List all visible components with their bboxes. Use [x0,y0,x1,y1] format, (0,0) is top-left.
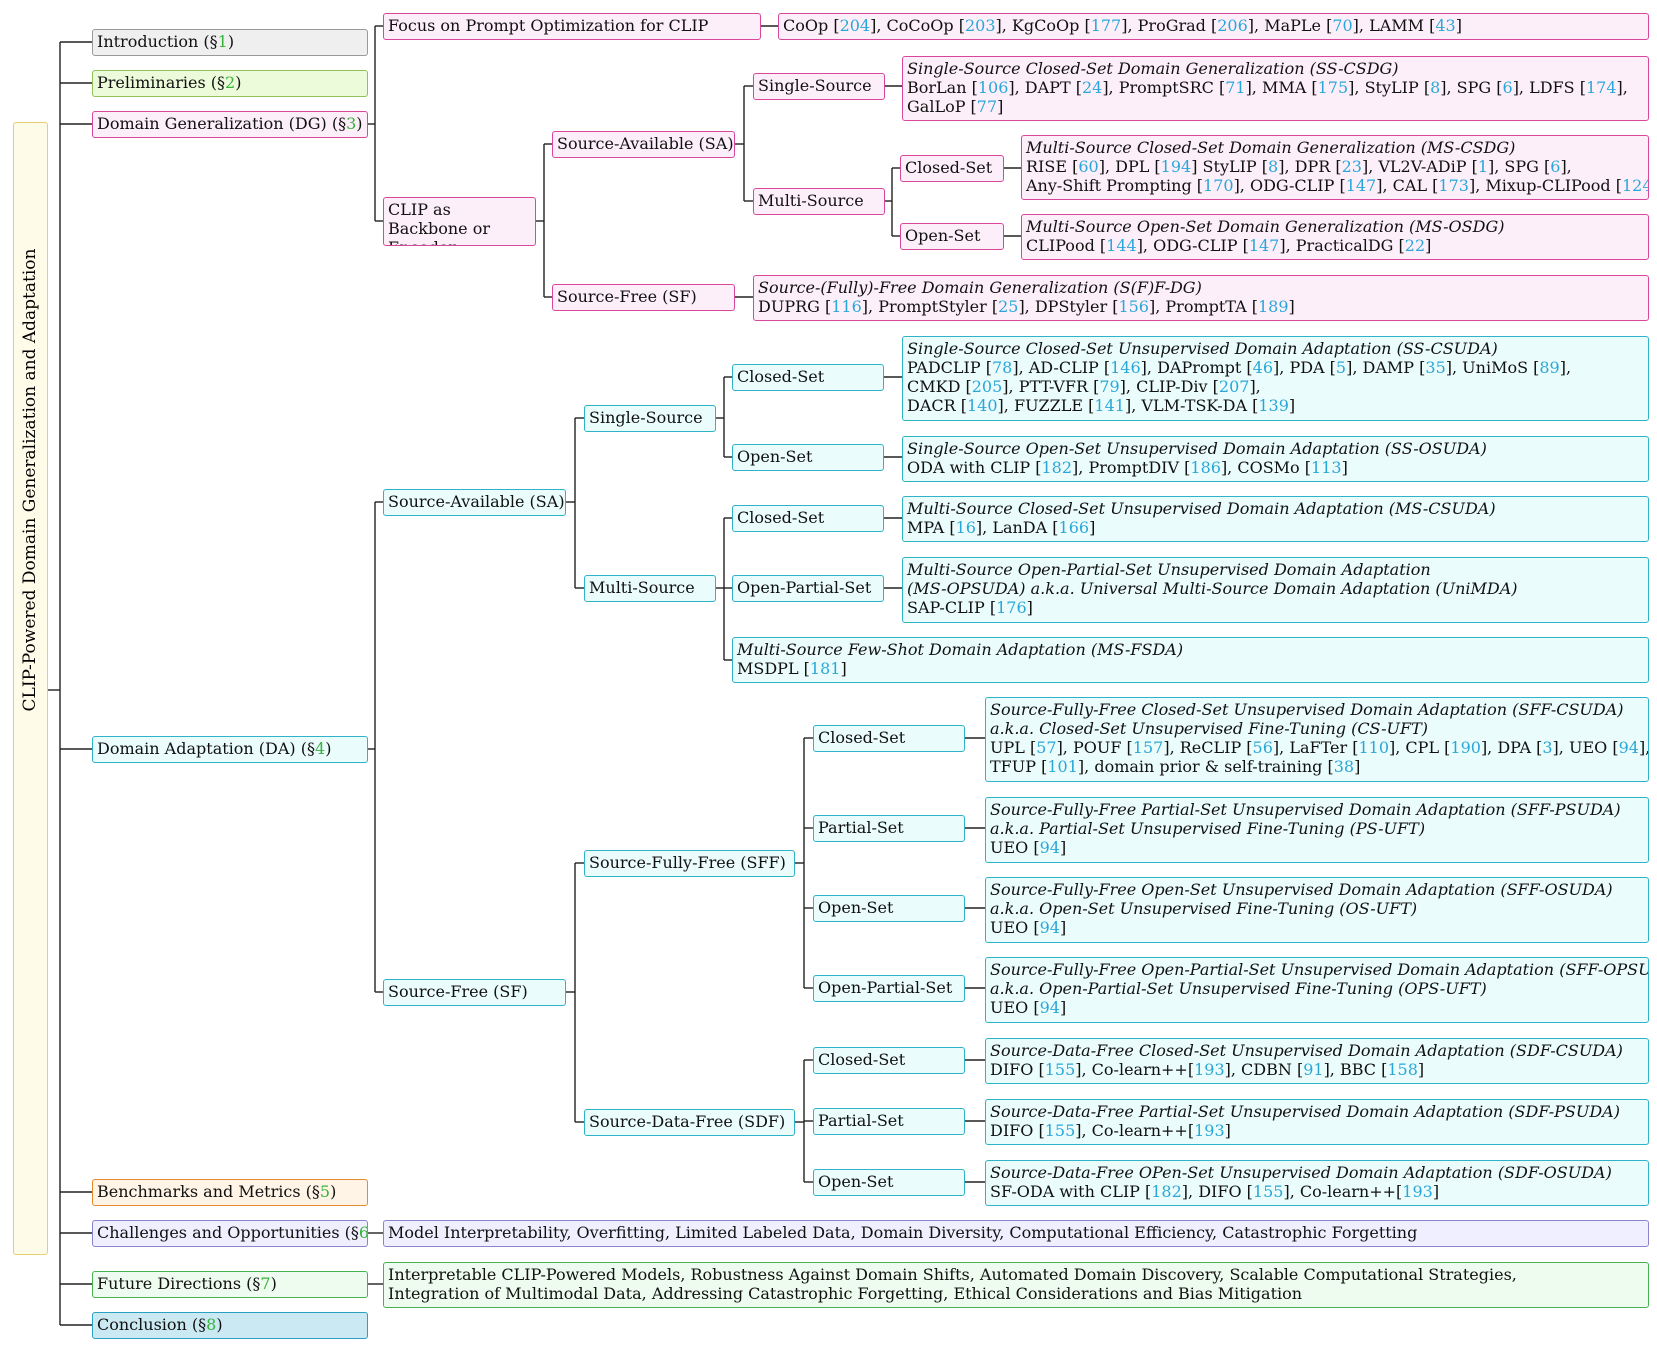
section-challenges: Challenges and Opportunities (§6) [92,1220,368,1247]
dg-sf-methods: DUPRG [116], PromptStyler [25], DPStyler… [758,297,1295,316]
dg-ss-closed-leaf: Single-Source Closed-Set Domain Generali… [902,56,1649,121]
da-sff-open-title: Source-Fully-Free Open-Set Unsupervised … [990,880,1613,899]
challenges-text: Model Interpretability, Overfitting, Lim… [388,1223,1418,1242]
da-sff-closed-title: Source-Fully-Free Closed-Set Unsupervise… [990,700,1624,719]
dg-ms-open-set: Open-Set [900,223,1004,250]
dg-source-available: Source-Available (SA) [552,131,735,158]
dg-ms-closed-set: Closed-Set [900,155,1004,182]
section-conclusion: Conclusion (§8) [92,1312,368,1339]
da-sff-open-partial-methods: UEO [94] [990,998,1067,1017]
da-ss-closed-set: Closed-Set [732,364,884,391]
dg-ms-closed-methods: RISE [60], DPL [194] StyLIP [8], DPR [23… [1026,157,1648,195]
dg-clip-backbone: CLIP as Backbone or Encoder [383,197,536,246]
da-sdf-open-title: Source-Data-Free OPen-Set Unsupervised D… [990,1163,1612,1182]
da-ss-closed-leaf: Single-Source Closed-Set Unsupervised Do… [902,336,1649,421]
da-sff-open-methods: UEO [94] [990,918,1067,937]
dg-ms-open-title: Multi-Source Open-Set Domain Generalizat… [1026,217,1505,236]
dg-sf-title: Source-(Fully)-Free Domain Generalizatio… [758,278,1202,297]
section-introduction: Introduction (§1) [92,29,368,56]
taxonomy-diagram: CLIP-Powered Domain Generalization and A… [0,0,1657,1351]
da-sff-partial-methods: UEO [94] [990,838,1067,857]
da-ss-closed-methods: PADCLIP [78], AD-CLIP [146], DAPrompt [4… [907,358,1572,415]
da-ms-open-partial-leaf: Multi-Source Open-Partial-Set Unsupervis… [902,557,1649,623]
dg-ss-closed-title: Single-Source Closed-Set Domain Generali… [907,59,1399,78]
da-sdf-open-leaf: Source-Data-Free OPen-Set Unsupervised D… [985,1160,1649,1206]
dg-source-free: Source-Free (SF) [552,284,735,311]
root-label: CLIP-Powered Domain Generalization and A… [20,248,40,712]
dg-single-source: Single-Source [753,73,885,100]
da-multi-source: Multi-Source [584,575,716,602]
da-sff-closed-set: Closed-Set [813,725,965,752]
dg-ms-closed-title: Multi-Source Closed-Set Domain Generaliz… [1026,138,1516,157]
dg-ms-open-leaf: Multi-Source Open-Set Domain Generalizat… [1021,214,1649,260]
da-sff-open-partial-set: Open-Partial-Set [813,975,965,1002]
section-domain-adaptation: Domain Adaptation (DA) (§4) [92,736,368,763]
da-ms-open-partial-methods: SAP-CLIP [176] [907,598,1033,617]
section-benchmarks: Benchmarks and Metrics (§5) [92,1179,368,1206]
da-sdf-partial-title: Source-Data-Free Partial-Set Unsupervise… [990,1102,1620,1121]
dg-multi-source: Multi-Source [753,188,885,215]
da-sff-open-aka: a.k.a. Open-Set Unsupervised Fine-Tuning… [990,899,1418,918]
da-sff-partial-aka: a.k.a. Partial-Set Unsupervised Fine-Tun… [990,819,1426,838]
da-ms-open-partial-title: Multi-Source Open-Partial-Set Unsupervis… [907,560,1518,598]
da-ms-closed-set: Closed-Set [732,505,884,532]
da-sff-closed-leaf: Source-Fully-Free Closed-Set Unsupervise… [985,697,1649,782]
da-ss-open-leaf: Single-Source Open-Set Unsupervised Doma… [902,436,1649,482]
da-sff-open-partial-title: Source-Fully-Free Open-Partial-Set Unsup… [990,960,1649,979]
da-source-data-free: Source-Data-Free (SDF) [584,1109,795,1136]
da-ss-open-set: Open-Set [732,444,884,471]
da-ms-closed-leaf: Multi-Source Closed-Set Unsupervised Dom… [902,496,1649,542]
dg-prompt-optimization: Focus on Prompt Optimization for CLIP [383,13,761,40]
dg-ms-open-methods: CLIPood [144], ODG-CLIP [147], Practical… [1026,236,1432,255]
da-sdf-closed-title: Source-Data-Free Closed-Set Unsupervised… [990,1041,1623,1060]
da-ss-open-methods: ODA with CLIP [182], PromptDIV [186], CO… [907,458,1348,477]
da-ms-closed-methods: MPA [16], LanDA [166] [907,518,1096,537]
da-ss-open-title: Single-Source Open-Set Unsupervised Doma… [907,439,1487,458]
dg-ms-closed-leaf: Multi-Source Closed-Set Domain Generaliz… [1021,135,1649,200]
da-ss-closed-title: Single-Source Closed-Set Unsupervised Do… [907,339,1498,358]
da-sff-open-set: Open-Set [813,895,965,922]
da-sdf-closed-leaf: Source-Data-Free Closed-Set Unsupervised… [985,1038,1649,1084]
da-source-free: Source-Free (SF) [383,979,566,1006]
section-preliminaries: Preliminaries (§2) [92,70,368,97]
da-ms-fewshot-title: Multi-Source Few-Shot Domain Adaptation … [737,640,1184,659]
da-sff-open-partial-aka: a.k.a. Open-Partial-Set Unsupervised Fin… [990,979,1487,998]
challenges-leaf: Model Interpretability, Overfitting, Lim… [383,1220,1649,1247]
da-sff-partial-leaf: Source-Fully-Free Partial-Set Unsupervis… [985,797,1649,863]
da-sdf-partial-methods: DIFO [155], Co-learn++[193] [990,1121,1231,1140]
da-ms-fewshot-leaf: Multi-Source Few-Shot Domain Adaptation … [732,637,1649,683]
da-ms-open-partial-set: Open-Partial-Set [732,575,884,602]
da-source-fully-free: Source-Fully-Free (SFF) [584,850,795,877]
dg-sf-leaf: Source-(Fully)-Free Domain Generalizatio… [753,275,1649,321]
da-sff-open-leaf: Source-Fully-Free Open-Set Unsupervised … [985,877,1649,943]
da-sff-partial-set: Partial-Set [813,815,965,842]
da-ms-fewshot-methods: MSDPL [181] [737,659,847,678]
section-domain-generalization: Domain Generalization (DG) (§3) [92,111,368,138]
future-leaf: Interpretable CLIP-Powered Models, Robus… [383,1262,1649,1308]
da-sff-open-partial-leaf: Source-Fully-Free Open-Partial-Set Unsup… [985,957,1649,1023]
da-sdf-partial-set: Partial-Set [813,1108,965,1135]
future-text: Interpretable CLIP-Powered Models, Robus… [388,1265,1517,1303]
dg-prompt-optimization-methods: CoOp [204], CoCoOp [203], KgCoOp [177], … [778,13,1649,40]
dg-ss-closed-methods: BorLan [106], DAPT [24], PromptSRC [71],… [907,78,1628,116]
da-sff-partial-title: Source-Fully-Free Partial-Set Unsupervis… [990,800,1621,819]
da-sdf-open-set: Open-Set [813,1169,965,1196]
da-sff-closed-methods: UPL [57], POUF [157], ReCLIP [56], LaFTe… [990,738,1648,776]
da-sdf-open-methods: SF-ODA with CLIP [182], DIFO [155], Co-l… [990,1182,1440,1201]
da-source-available: Source-Available (SA) [383,489,566,516]
da-sdf-partial-leaf: Source-Data-Free Partial-Set Unsupervise… [985,1099,1649,1145]
da-single-source: Single-Source [584,405,716,432]
da-ms-closed-title: Multi-Source Closed-Set Unsupervised Dom… [907,499,1496,518]
section-future-directions: Future Directions (§7) [92,1271,368,1298]
da-sdf-closed-set: Closed-Set [813,1047,965,1074]
da-sdf-closed-methods: DIFO [155], Co-learn++[193], CDBN [91], … [990,1060,1425,1079]
da-sff-closed-aka: a.k.a. Closed-Set Unsupervised Fine-Tuni… [990,719,1429,738]
